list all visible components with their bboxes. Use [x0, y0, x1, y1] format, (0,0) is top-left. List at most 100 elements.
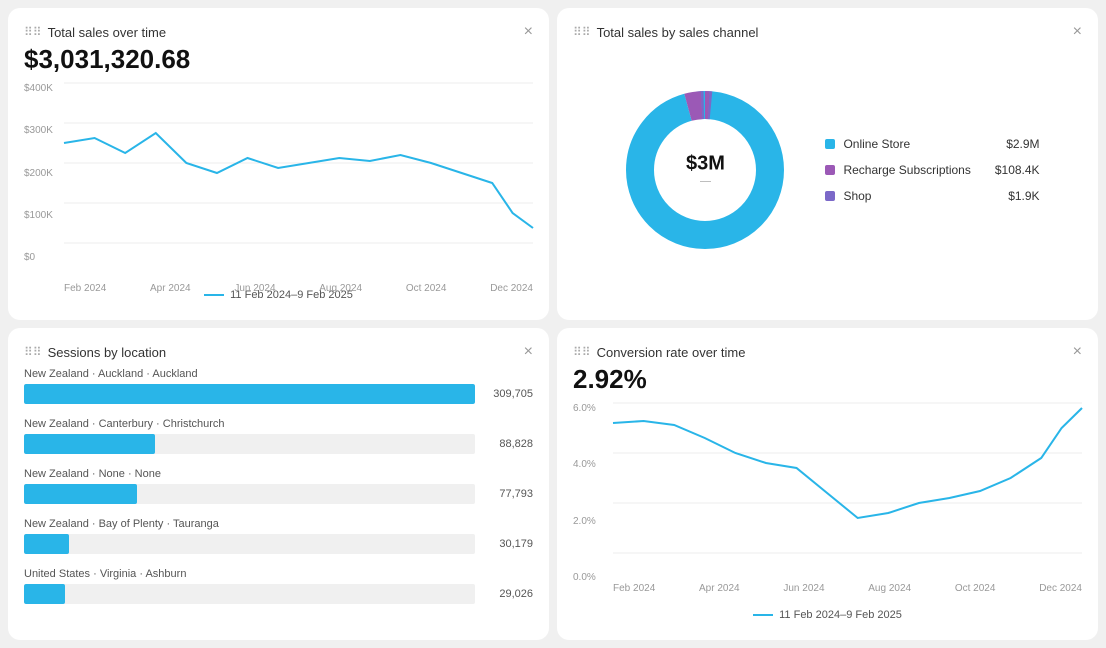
- donut-center-value: $3M: [686, 153, 725, 176]
- shop-label: Shop: [843, 189, 984, 203]
- sessions-title: Sessions by location: [48, 345, 167, 360]
- legend-item-recharge: Recharge Subscriptions $108.4K: [825, 163, 1039, 177]
- bar-fill: [24, 384, 475, 404]
- donut-center-sub: —: [686, 176, 725, 188]
- drag-icon: ⠿⠿: [24, 25, 42, 39]
- bar-fill: [24, 434, 155, 454]
- conversion-rate-card: ⠿⠿ Conversion rate over time × 2.92% 0.0…: [557, 328, 1098, 640]
- card-title-group: ⠿⠿ Total sales over time: [24, 25, 166, 40]
- sales-channel-title: Total sales by sales channel: [597, 25, 759, 40]
- bar-value: 88,828: [483, 438, 533, 450]
- location-label: United States · Virginia · Ashburn: [24, 568, 533, 580]
- bar-track: [24, 434, 475, 454]
- y-label: $100K: [24, 210, 60, 221]
- legend-dash: [753, 614, 773, 616]
- list-item: New Zealand · Canterbury · Christchurch …: [24, 418, 533, 454]
- y-label: $200K: [24, 168, 60, 179]
- card-title-group: ⠿⠿ Sessions by location: [24, 345, 166, 360]
- donut-legend: Online Store $2.9M Recharge Subscription…: [825, 137, 1039, 203]
- bar-row: 30,179: [24, 534, 533, 554]
- x-label: Dec 2024: [1039, 583, 1082, 594]
- x-label: Apr 2024: [150, 283, 191, 294]
- location-label: New Zealand · Bay of Plenty · Tauranga: [24, 518, 533, 530]
- bar-value: 77,793: [483, 488, 533, 500]
- x-label: Feb 2024: [64, 283, 106, 294]
- card-header: ⠿⠿ Sessions by location ×: [24, 344, 533, 360]
- y-label: 6.0%: [573, 403, 609, 414]
- drag-icon: ⠿⠿: [573, 25, 591, 39]
- bar-value: 29,026: [483, 588, 533, 600]
- bar-value: 309,705: [483, 388, 533, 400]
- y-axis: $0 $100K $200K $300K $400K: [24, 83, 60, 263]
- y-label: 2.0%: [573, 516, 609, 527]
- y-label: $300K: [24, 125, 60, 136]
- recharge-value: $108.4K: [995, 163, 1040, 177]
- card-header: ⠿⠿ Total sales over time ×: [24, 24, 533, 40]
- list-item: New Zealand · None · None 77,793: [24, 468, 533, 504]
- card-title-group: ⠿⠿ Total sales by sales channel: [573, 25, 758, 40]
- online-store-dot: [825, 139, 835, 149]
- donut-chart: $3M —: [615, 80, 795, 260]
- card-title-group: ⠿⠿ Conversion rate over time: [573, 345, 745, 360]
- y-label: 4.0%: [573, 459, 609, 470]
- bar-track: [24, 484, 475, 504]
- x-label: Feb 2024: [613, 583, 655, 594]
- total-sales-card: ⠿⠿ Total sales over time × $3,031,320.68…: [8, 8, 549, 320]
- donut-center: $3M —: [686, 153, 725, 188]
- legend: 11 Feb 2024–9 Feb 2025: [573, 609, 1082, 621]
- total-sales-chart: $0 $100K $200K $300K $400K Feb 2024 Apr …: [24, 83, 533, 283]
- bar-track: [24, 534, 475, 554]
- recharge-dot: [825, 165, 835, 175]
- shop-dot: [825, 191, 835, 201]
- online-store-value: $2.9M: [1006, 137, 1039, 151]
- sales-by-channel-card: ⠿⠿ Total sales by sales channel × $3M —: [557, 8, 1098, 320]
- conversion-svg: [613, 403, 1082, 553]
- x-label: Dec 2024: [490, 283, 533, 294]
- x-label: Aug 2024: [868, 583, 911, 594]
- bar-track: [24, 384, 475, 404]
- bar-fill: [24, 534, 69, 554]
- y-axis: 0.0% 2.0% 4.0% 6.0%: [573, 403, 609, 583]
- location-label: New Zealand · Canterbury · Christchurch: [24, 418, 533, 430]
- bar-fill: [24, 584, 65, 604]
- x-label: Apr 2024: [699, 583, 740, 594]
- card-header: ⠿⠿ Conversion rate over time ×: [573, 344, 1082, 360]
- location-label: New Zealand · None · None: [24, 468, 533, 480]
- total-sales-title: Total sales over time: [48, 25, 167, 40]
- conversion-value: 2.92%: [573, 364, 1082, 395]
- bar-track: [24, 584, 475, 604]
- location-list: New Zealand · Auckland · Auckland 309,70…: [24, 368, 533, 604]
- sales-channel-close[interactable]: ×: [1073, 24, 1082, 40]
- x-label: Aug 2024: [319, 283, 362, 294]
- y-label: $400K: [24, 83, 60, 94]
- x-label: Jun 2024: [234, 283, 275, 294]
- total-sales-value: $3,031,320.68: [24, 44, 533, 75]
- legend-label: 11 Feb 2024–9 Feb 2025: [779, 609, 902, 621]
- list-item: New Zealand · Bay of Plenty · Tauranga 3…: [24, 518, 533, 554]
- bar-row: 77,793: [24, 484, 533, 504]
- y-label: 0.0%: [573, 572, 609, 583]
- y-label: $0: [24, 252, 60, 263]
- shop-value: $1.9K: [1008, 189, 1039, 203]
- x-label: Oct 2024: [406, 283, 447, 294]
- bar-row: 88,828: [24, 434, 533, 454]
- conversion-title: Conversion rate over time: [597, 345, 746, 360]
- total-sales-close[interactable]: ×: [524, 24, 533, 40]
- sessions-close[interactable]: ×: [524, 344, 533, 360]
- sessions-by-location-card: ⠿⠿ Sessions by location × New Zealand · …: [8, 328, 549, 640]
- bar-row: 309,705: [24, 384, 533, 404]
- x-label: Jun 2024: [783, 583, 824, 594]
- x-axis: Feb 2024 Apr 2024 Jun 2024 Aug 2024 Oct …: [64, 283, 533, 294]
- legend-item-shop: Shop $1.9K: [825, 189, 1039, 203]
- legend-item-online: Online Store $2.9M: [825, 137, 1039, 151]
- chart-inner: [613, 403, 1082, 563]
- location-label: New Zealand · Auckland · Auckland: [24, 368, 533, 380]
- recharge-label: Recharge Subscriptions: [843, 163, 970, 177]
- x-axis: Feb 2024 Apr 2024 Jun 2024 Aug 2024 Oct …: [613, 583, 1082, 594]
- chart-inner: [64, 83, 533, 263]
- online-store-label: Online Store: [843, 137, 982, 151]
- conversion-close[interactable]: ×: [1073, 344, 1082, 360]
- card-header: ⠿⠿ Total sales by sales channel ×: [573, 24, 1082, 40]
- line-chart-svg: [64, 83, 533, 243]
- bar-fill: [24, 484, 137, 504]
